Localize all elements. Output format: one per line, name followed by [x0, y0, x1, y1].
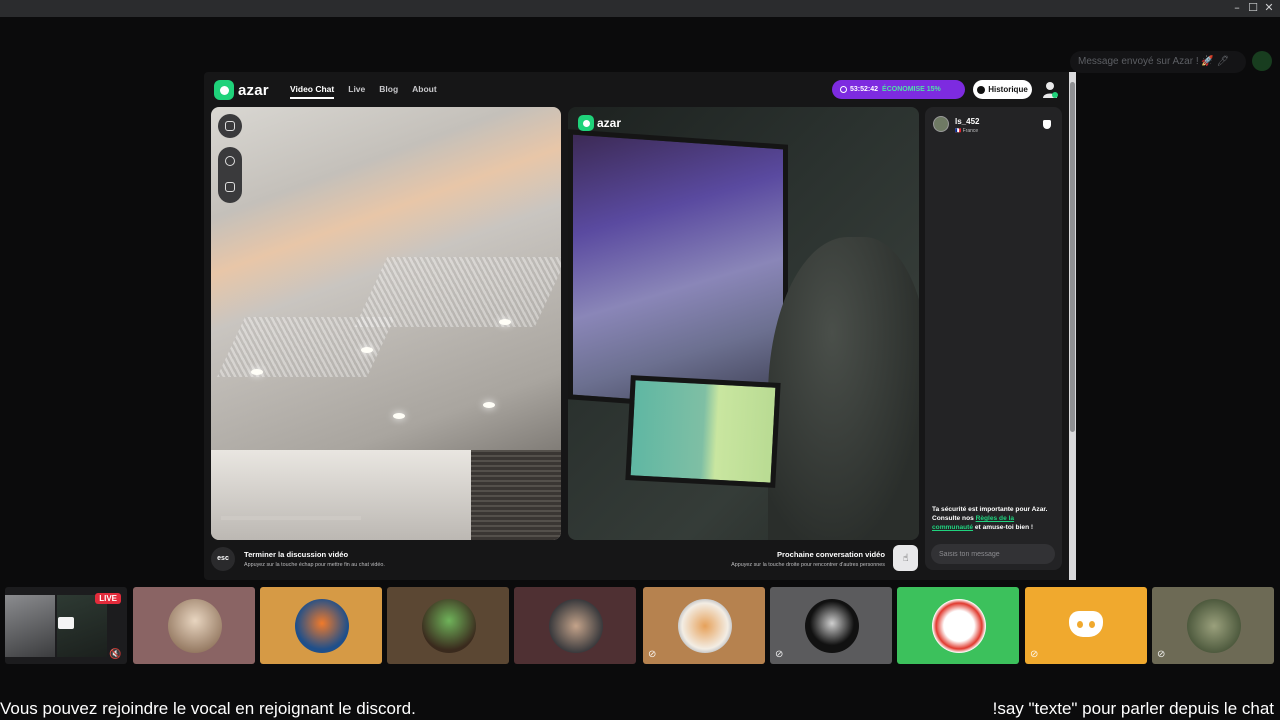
azar-logo[interactable]: azar — [214, 80, 269, 100]
avatar — [295, 599, 349, 653]
timer-text: 53:52:42 — [850, 86, 879, 93]
tile-participant-6[interactable]: ⊘ — [643, 587, 765, 664]
chat-panel: ls_452 🇫🇷 France Ta sécurité est importa… — [925, 107, 1062, 570]
nav-blog[interactable]: Blog — [379, 84, 398, 99]
tile-participant-7[interactable]: ⊘ — [770, 587, 892, 664]
nav-video-chat[interactable]: Video Chat — [290, 84, 335, 99]
mic-muted-icon: ⊘ — [775, 649, 784, 660]
notification-toast: Message envoyé sur Azar ! 🚀 🖊 — [1070, 51, 1246, 73]
azar-watermark-text: azar — [597, 116, 622, 130]
peer-avatar[interactable] — [933, 116, 949, 132]
title-bar: – ☐ ✕ — [0, 0, 1280, 17]
user-profile-icon[interactable] — [1042, 81, 1058, 99]
next-chat-hint: Appuyez sur la touche droite pour rencon… — [731, 562, 885, 568]
end-chat-hint: Appuyez sur la touche échap pour mettre … — [244, 562, 385, 568]
next-chat-button[interactable]: ☝ — [893, 545, 918, 571]
safety-notice: Ta sécurité est importante pour Azar. Co… — [932, 505, 1056, 532]
notification-avatar — [1252, 51, 1272, 71]
azar-watermark-icon — [578, 115, 594, 131]
close-icon[interactable]: ✕ — [1260, 1, 1278, 15]
avatar — [805, 599, 859, 653]
mask-icon[interactable] — [225, 182, 235, 192]
avatar — [932, 599, 986, 653]
caption-right: !say "texte" pour parler depuis le chat — [992, 699, 1274, 718]
avatar — [1187, 599, 1241, 653]
tile-participant-2[interactable] — [133, 587, 255, 664]
esc-key-button[interactable]: esc — [211, 547, 235, 571]
azar-logo-icon — [214, 80, 234, 100]
caption-left: Vous pouvez rejoindre le vocal en rejoig… — [0, 699, 416, 718]
tile-participant-10[interactable]: ⊘ — [1152, 587, 1274, 664]
live-badge: LIVE — [95, 593, 121, 604]
discord-logo-icon — [1069, 611, 1103, 637]
azar-watermark: azar — [578, 115, 621, 131]
tile-participant-4[interactable] — [387, 587, 509, 664]
azar-browser-window: azar Video Chat Live Blog About 53:52:42… — [204, 72, 1076, 580]
filter-toggle-button[interactable] — [218, 114, 242, 138]
mic-muted-icon: ⊘ — [1157, 649, 1166, 660]
nav-live[interactable]: Live — [348, 84, 365, 99]
safety-text-end: et amuse-toi bien ! — [973, 524, 1034, 531]
azar-logo-text: azar — [238, 81, 269, 99]
call-controls: esc Terminer la discussion vidéo Appuyez… — [211, 545, 919, 575]
face-frame-icon — [225, 121, 235, 131]
report-shield-icon[interactable] — [1043, 120, 1051, 129]
hand-pointer-icon: ☝ — [902, 552, 909, 564]
avatar — [168, 599, 222, 653]
mic-muted-icon: ⊘ — [1030, 649, 1039, 660]
my-camera-video — [211, 107, 561, 540]
avatar — [549, 599, 603, 653]
peer-name[interactable]: ls_452 — [955, 117, 979, 126]
clock-icon — [840, 86, 847, 93]
screen-share-icon — [58, 617, 74, 629]
avatar — [422, 599, 476, 653]
promo-timer-button[interactable]: 53:52:42 ÉCONOMISE 15% — [832, 80, 965, 99]
tile-screen-share[interactable]: LIVE 🔇 — [5, 587, 127, 664]
tile-participant-3[interactable] — [260, 587, 382, 664]
peer-country: 🇫🇷 France — [955, 128, 979, 134]
volume-muted-icon[interactable]: 🔇 — [109, 649, 121, 660]
sparkle-effects-icon[interactable] — [225, 156, 235, 166]
nav-about[interactable]: About — [412, 84, 437, 99]
partner-camera-video: azar — [568, 107, 919, 540]
promo-text: ÉCONOMISE 15% — [882, 86, 941, 93]
scrollbar-thumb[interactable] — [1070, 82, 1075, 432]
participant-strip: LIVE 🔇 ⊘ ⊘ ⊘ ⊘ — [0, 587, 1280, 665]
tile-participant-5[interactable] — [514, 587, 636, 664]
end-chat-title: Terminer la discussion vidéo — [244, 550, 349, 559]
tile-participant-discord[interactable]: ⊘ — [1025, 587, 1147, 664]
mic-muted-icon: ⊘ — [648, 649, 657, 660]
tile-participant-8[interactable] — [897, 587, 1019, 664]
history-icon — [977, 85, 986, 94]
history-label: Historique — [988, 85, 1028, 94]
effects-control-group — [218, 147, 242, 203]
avatar — [678, 599, 732, 653]
message-input[interactable] — [931, 544, 1055, 564]
main-nav: Video Chat Live Blog About — [290, 84, 437, 99]
next-chat-title: Prochaine conversation vidéo — [776, 550, 885, 559]
history-button[interactable]: Historique — [973, 80, 1032, 99]
